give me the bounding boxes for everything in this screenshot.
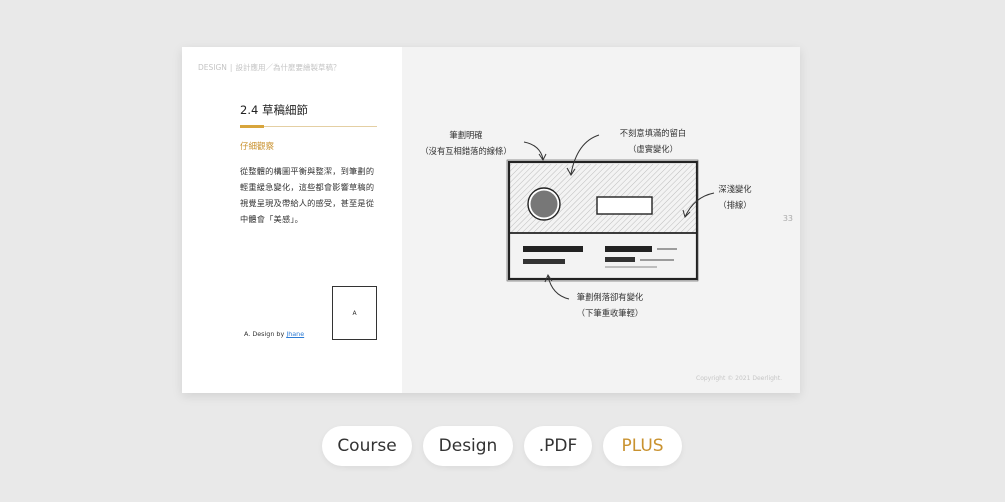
slide-title: 2.4 草稿細節 <box>240 103 308 117</box>
title-underline-accent <box>240 125 264 128</box>
copyright-text: Copyright © 2021 Deerlight. <box>696 375 782 382</box>
annotation-whitespace-detail: （虛實變化） <box>628 144 678 154</box>
slide-preview: DESIGN | 設計應用／為什麼要繪製草稿？ 2.4 草稿細節 仔細觀察 從整體的… <box>182 47 800 393</box>
annotation-shading-detail: （排線） <box>718 200 751 210</box>
slide-subtitle: 仔細觀察 <box>240 142 275 152</box>
title-underline <box>240 125 377 128</box>
tag-course[interactable]: Course <box>322 426 412 466</box>
design-credit: A. Design by Jhane <box>244 330 304 338</box>
sketch-bar-3 <box>605 246 652 252</box>
sketch-bar-1 <box>523 246 583 252</box>
annotation-shading-title: 深淺變化 <box>718 184 751 194</box>
credit-prefix: A. Design by <box>244 330 285 338</box>
page-number: 33 <box>782 214 793 223</box>
sketch-circle-fill <box>530 190 558 218</box>
sketch-small-rect <box>596 196 653 215</box>
annotation-stroke-vary-title: 筆劃俐落卻有變化 <box>577 292 643 302</box>
thumbnail-label: A <box>352 309 357 317</box>
breadcrumb-separator: | <box>229 63 233 72</box>
breadcrumb-path: 設計應用／為什麼要繪製草稿？ <box>235 63 341 72</box>
wireframe-sketch: 筆劃明確 （沒有互相錯落的線條） 不刻意填滿的留白 （虛實變化） 深淺變化 （排… <box>420 128 751 318</box>
sketch-bar-4 <box>605 257 635 262</box>
annotation-stroke-clear-detail: （沒有互相錯落的線條） <box>420 146 511 156</box>
credit-author-link[interactable]: Jhane <box>286 330 304 338</box>
tag-plus[interactable]: PLUS <box>603 426 682 466</box>
annotation-whitespace-title: 不刻意填滿的留白 <box>620 128 686 138</box>
annotation-stroke-vary-detail: （下筆重收筆輕） <box>577 308 643 318</box>
slide-body-text: 從整體的構圖平衡與整潔，到筆劃的輕重緩急變化，這些都會影響草稿的視覺呈現及帶給人… <box>240 166 375 224</box>
tag-row: Course Design .PDF PLUS <box>322 426 682 466</box>
tag-design[interactable]: Design <box>423 426 513 466</box>
tag-pdf[interactable]: .PDF <box>524 426 592 466</box>
breadcrumb-brand: DESIGN <box>198 63 227 72</box>
sketch-bar-2 <box>523 259 565 264</box>
thumbnail-box: A <box>332 286 377 340</box>
slide-text-panel: DESIGN | 設計應用／為什麼要繪製草稿？ 2.4 草稿細節 仔細觀察 從整體的… <box>182 47 402 393</box>
annotation-stroke-clear-title: 筆劃明確 <box>449 130 482 140</box>
breadcrumb: DESIGN | 設計應用／為什麼要繪製草稿？ <box>198 62 340 73</box>
